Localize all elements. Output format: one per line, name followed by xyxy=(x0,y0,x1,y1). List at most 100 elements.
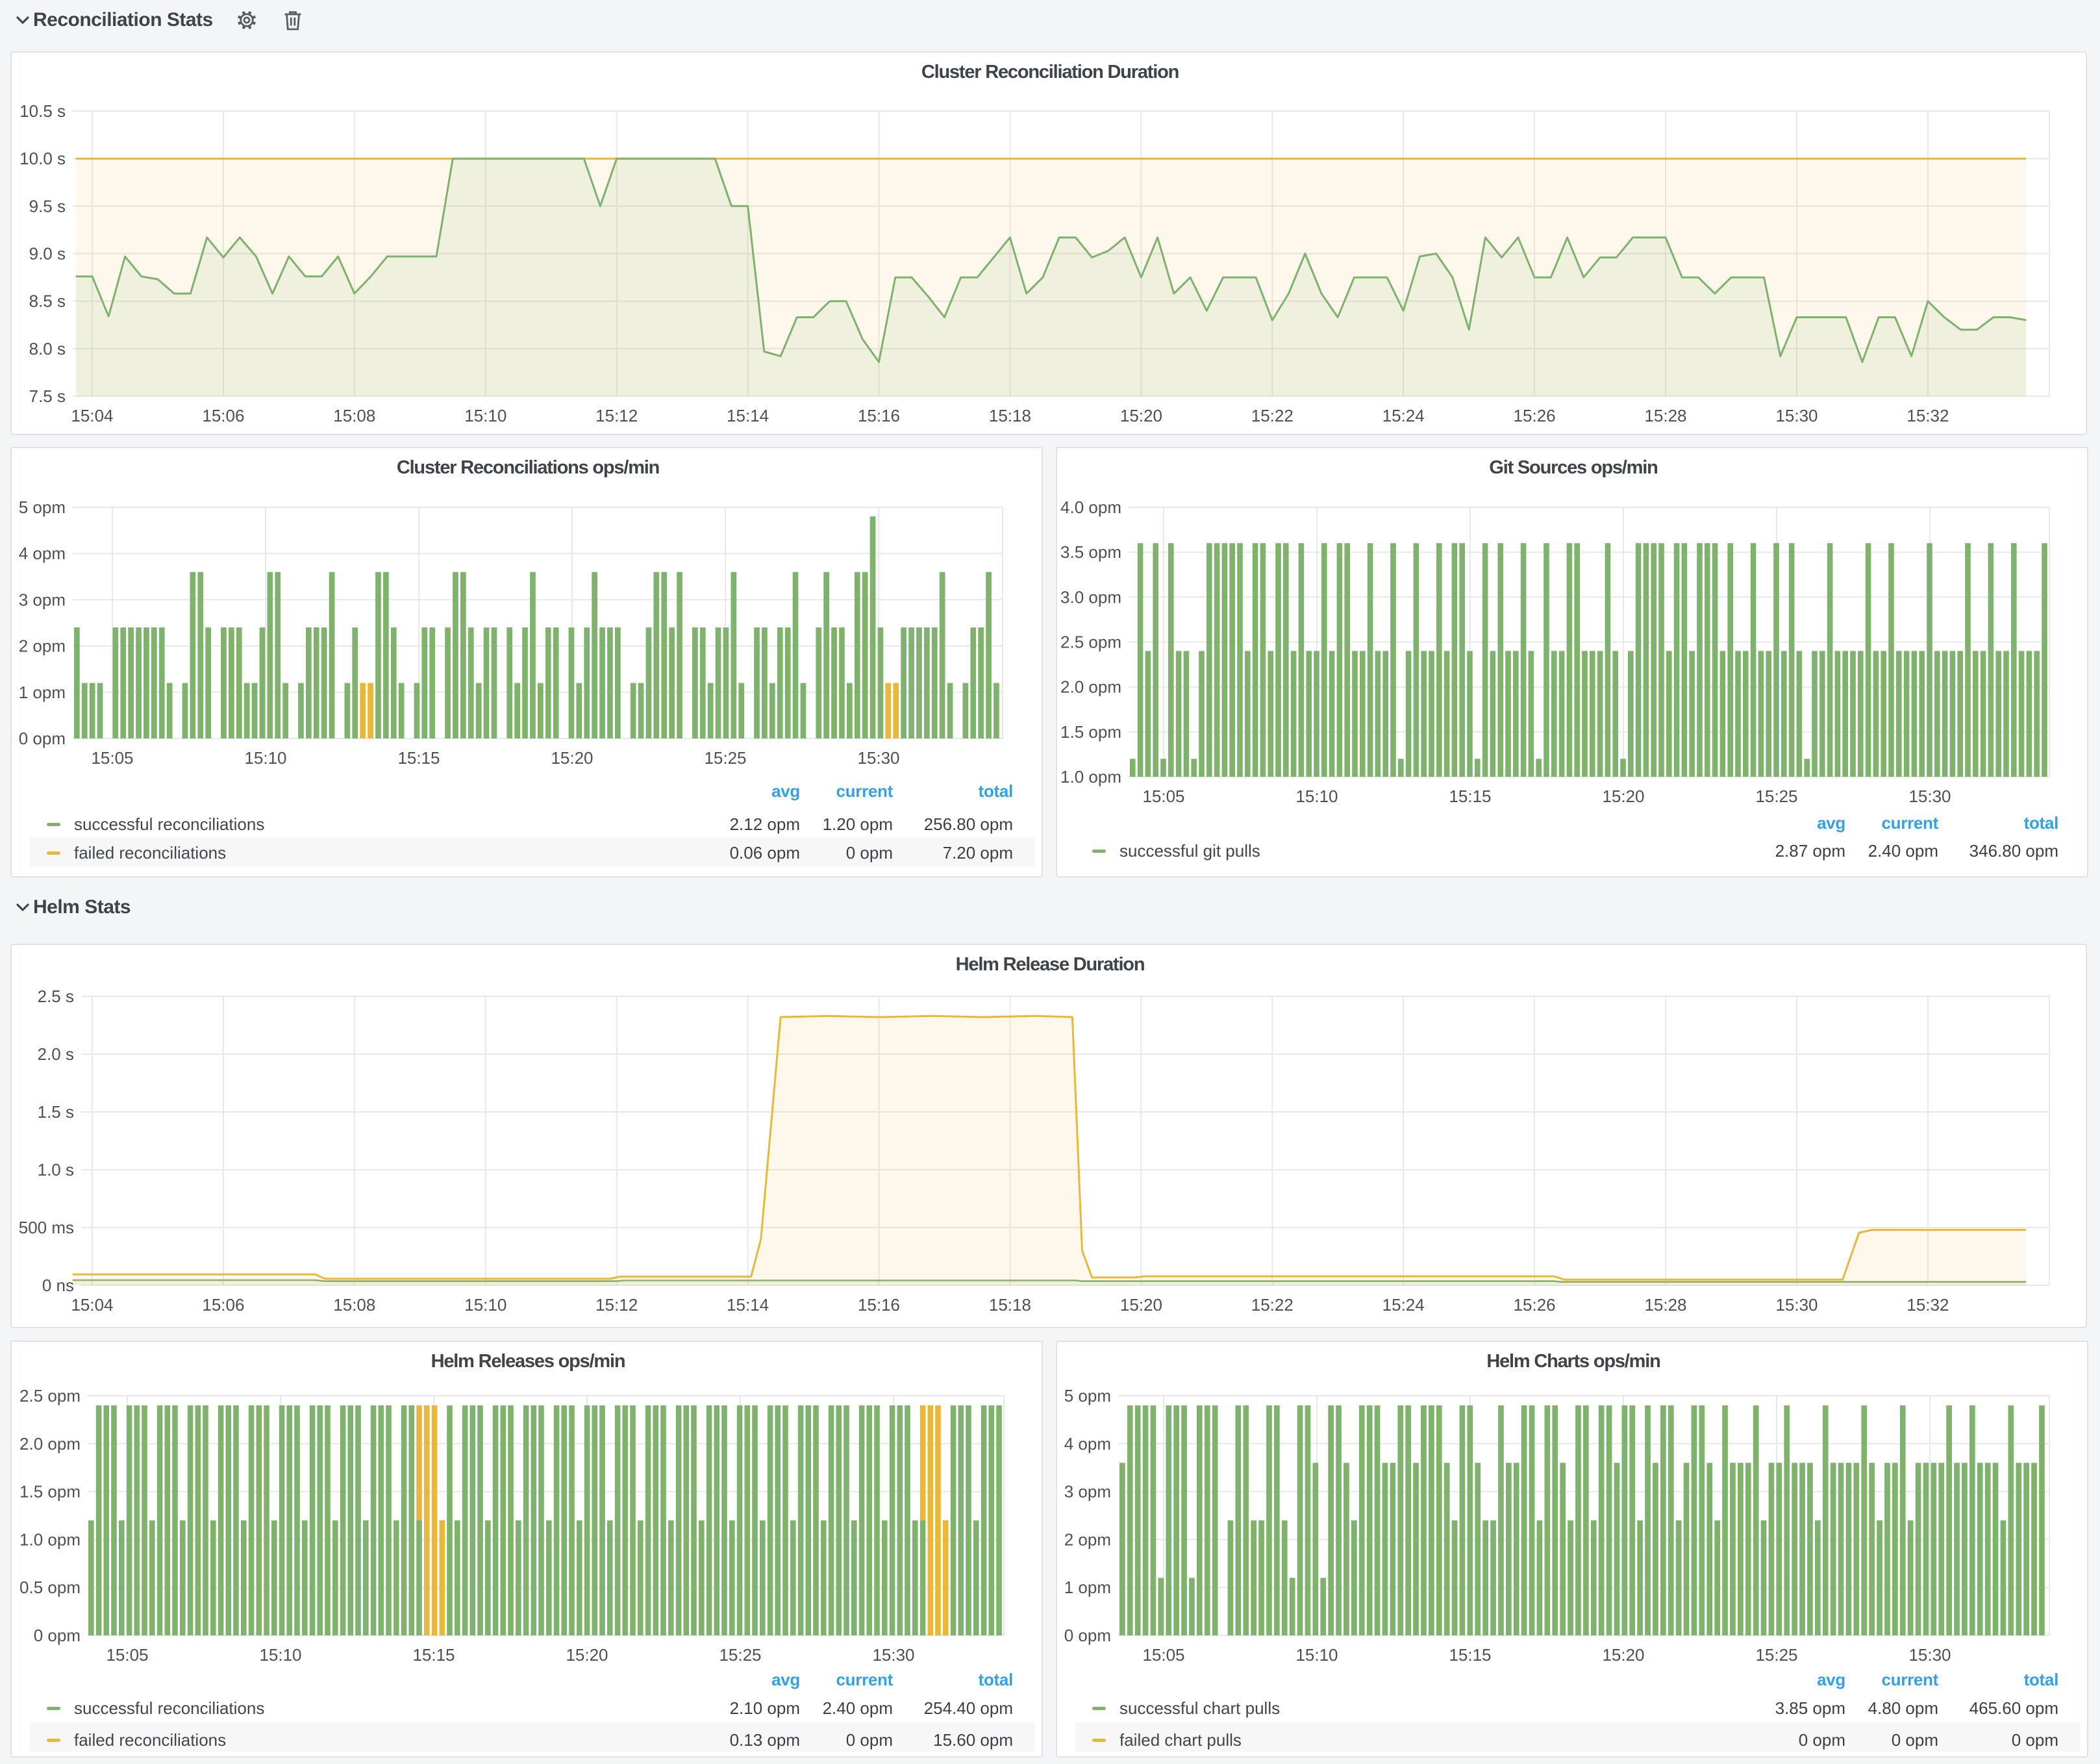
svg-text:15:26: 15:26 xyxy=(1514,1295,1556,1315)
svg-text:successful reconciliations: successful reconciliations xyxy=(74,1698,264,1718)
svg-text:0 opm: 0 opm xyxy=(846,1730,893,1750)
svg-text:7.5 s: 7.5 s xyxy=(29,386,66,406)
svg-text:15:22: 15:22 xyxy=(1251,406,1294,425)
svg-text:Helm Charts ops/min: Helm Charts ops/min xyxy=(1486,1351,1660,1372)
svg-text:15:20: 15:20 xyxy=(1602,1645,1644,1665)
svg-text:15:05: 15:05 xyxy=(106,1645,148,1665)
svg-text:15:20: 15:20 xyxy=(1120,1295,1162,1315)
svg-text:15:20: 15:20 xyxy=(566,1645,608,1665)
svg-text:Helm Release Duration: Helm Release Duration xyxy=(956,954,1145,975)
svg-text:15:25: 15:25 xyxy=(1755,787,1797,806)
svg-text:15:12: 15:12 xyxy=(595,1295,638,1315)
svg-text:15:18: 15:18 xyxy=(989,406,1031,425)
svg-text:0.5 opm: 0.5 opm xyxy=(19,1578,81,1597)
svg-text:4 opm: 4 opm xyxy=(1064,1434,1111,1454)
svg-text:15:04: 15:04 xyxy=(71,406,113,425)
svg-text:15:18: 15:18 xyxy=(989,1295,1031,1315)
svg-text:0 opm: 0 opm xyxy=(34,1626,81,1645)
svg-text:Cluster Reconciliation Duratio: Cluster Reconciliation Duration xyxy=(921,62,1179,82)
svg-text:15:30: 15:30 xyxy=(1908,787,1951,806)
svg-text:1.0 s: 1.0 s xyxy=(38,1160,74,1179)
svg-text:15:10: 15:10 xyxy=(244,748,286,768)
svg-text:1.0 opm: 1.0 opm xyxy=(19,1530,81,1549)
svg-text:3 opm: 3 opm xyxy=(1064,1482,1111,1502)
svg-text:total: total xyxy=(2024,1670,2058,1689)
svg-text:15:15: 15:15 xyxy=(397,748,440,768)
svg-text:1.0 opm: 1.0 opm xyxy=(1060,767,1121,787)
svg-text:500 ms: 500 ms xyxy=(19,1218,74,1237)
svg-text:256.80 opm: 256.80 opm xyxy=(924,814,1013,834)
svg-text:1.5 opm: 1.5 opm xyxy=(1060,722,1121,742)
svg-text:0 opm: 0 opm xyxy=(1799,1730,1845,1750)
svg-text:2.12 opm: 2.12 opm xyxy=(730,814,800,834)
svg-text:15:30: 15:30 xyxy=(1775,1295,1818,1315)
svg-text:Cluster Reconciliations ops/mi: Cluster Reconciliations ops/min xyxy=(397,457,659,478)
svg-text:total: total xyxy=(979,781,1013,801)
svg-text:1.20 opm: 1.20 opm xyxy=(823,814,893,834)
svg-text:0 opm: 0 opm xyxy=(2012,1730,2058,1750)
svg-text:10.5 s: 10.5 s xyxy=(19,101,66,121)
svg-text:15:06: 15:06 xyxy=(202,1295,244,1315)
svg-text:0.13 opm: 0.13 opm xyxy=(730,1730,800,1750)
svg-text:2.40 opm: 2.40 opm xyxy=(1868,841,1938,861)
svg-text:2.10 opm: 2.10 opm xyxy=(730,1698,800,1718)
svg-text:15:12: 15:12 xyxy=(595,406,638,425)
svg-text:465.60 opm: 465.60 opm xyxy=(1969,1698,2058,1718)
svg-text:15:25: 15:25 xyxy=(1755,1645,1797,1665)
svg-text:15:20: 15:20 xyxy=(1602,787,1644,806)
svg-text:current: current xyxy=(1882,1670,1939,1689)
svg-text:current: current xyxy=(1882,813,1939,833)
svg-text:15:10: 15:10 xyxy=(1295,787,1338,806)
svg-text:15:06: 15:06 xyxy=(202,406,244,425)
svg-text:15:20: 15:20 xyxy=(551,748,593,768)
svg-text:15:24: 15:24 xyxy=(1382,1295,1425,1315)
svg-text:3.85 opm: 3.85 opm xyxy=(1775,1698,1845,1718)
svg-text:2.5 opm: 2.5 opm xyxy=(1060,633,1121,652)
svg-text:avg: avg xyxy=(1817,1670,1845,1689)
svg-text:15:25: 15:25 xyxy=(719,1645,761,1665)
svg-text:15:30: 15:30 xyxy=(1775,406,1818,425)
svg-text:avg: avg xyxy=(771,781,800,801)
svg-text:346.80 opm: 346.80 opm xyxy=(1969,841,2058,861)
svg-text:15:14: 15:14 xyxy=(727,1295,769,1315)
svg-text:1.5 s: 1.5 s xyxy=(38,1102,74,1122)
svg-text:15:16: 15:16 xyxy=(858,1295,900,1315)
svg-text:15:05: 15:05 xyxy=(1142,787,1184,806)
svg-text:3.5 opm: 3.5 opm xyxy=(1060,542,1121,562)
svg-text:5 opm: 5 opm xyxy=(1064,1386,1111,1405)
svg-text:15:15: 15:15 xyxy=(1449,1645,1491,1665)
svg-text:9.0 s: 9.0 s xyxy=(29,244,66,264)
svg-text:15:08: 15:08 xyxy=(333,406,375,425)
svg-text:15:05: 15:05 xyxy=(91,748,133,768)
svg-text:8.5 s: 8.5 s xyxy=(29,292,66,311)
svg-text:15:05: 15:05 xyxy=(1142,1645,1184,1665)
svg-text:0 opm: 0 opm xyxy=(1064,1626,1111,1645)
svg-text:current: current xyxy=(836,781,894,801)
svg-text:4.0 opm: 4.0 opm xyxy=(1060,498,1121,517)
svg-text:254.40 opm: 254.40 opm xyxy=(924,1698,1013,1718)
svg-text:0 opm: 0 opm xyxy=(846,843,893,863)
svg-text:successful git pulls: successful git pulls xyxy=(1119,841,1260,861)
svg-text:successful reconciliations: successful reconciliations xyxy=(74,814,264,834)
svg-text:15:32: 15:32 xyxy=(1906,1295,1949,1315)
svg-text:total: total xyxy=(979,1670,1013,1689)
svg-text:15:24: 15:24 xyxy=(1382,406,1425,425)
svg-text:3 opm: 3 opm xyxy=(19,590,66,609)
svg-text:15:22: 15:22 xyxy=(1251,1295,1294,1315)
svg-text:15:14: 15:14 xyxy=(727,406,769,425)
svg-text:current: current xyxy=(836,1670,894,1689)
svg-text:1 opm: 1 opm xyxy=(19,683,66,702)
svg-text:4.80 opm: 4.80 opm xyxy=(1868,1698,1938,1718)
svg-text:15:30: 15:30 xyxy=(872,1645,914,1665)
svg-text:15:10: 15:10 xyxy=(464,1295,506,1315)
svg-text:avg: avg xyxy=(771,1670,800,1689)
svg-text:2.5 s: 2.5 s xyxy=(38,987,74,1006)
svg-text:avg: avg xyxy=(1817,813,1845,833)
svg-text:4 opm: 4 opm xyxy=(19,544,66,563)
svg-text:2 opm: 2 opm xyxy=(19,636,66,656)
svg-text:15:28: 15:28 xyxy=(1644,1295,1686,1315)
svg-text:15:25: 15:25 xyxy=(704,748,746,768)
svg-text:15:08: 15:08 xyxy=(333,1295,375,1315)
svg-text:15:30: 15:30 xyxy=(1908,1645,1951,1665)
svg-text:2.5 opm: 2.5 opm xyxy=(19,1386,81,1405)
